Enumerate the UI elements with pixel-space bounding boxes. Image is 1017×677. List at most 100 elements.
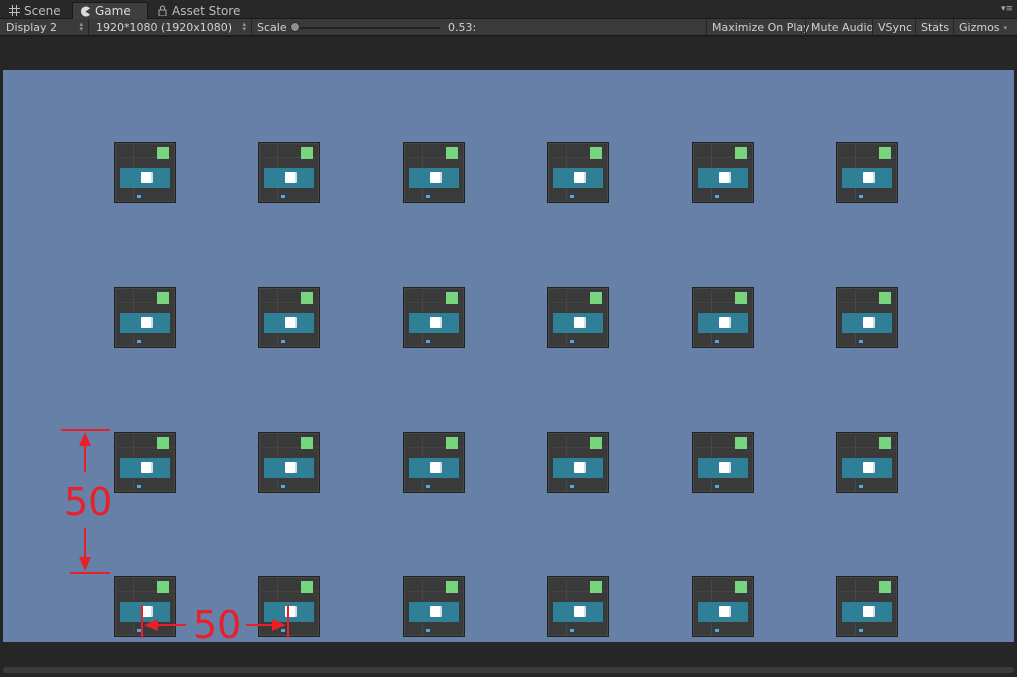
- tile-blue-dot: [137, 485, 141, 488]
- mute-audio-button[interactable]: Mute Audio: [805, 19, 878, 36]
- cube-icon: [430, 606, 440, 617]
- scale-slider-track[interactable]: [292, 27, 440, 29]
- tile-blue-dot: [426, 485, 430, 488]
- tile-green-square: [879, 437, 891, 449]
- tile-green-square: [301, 581, 313, 593]
- tile-green-square: [157, 147, 169, 159]
- tile-blue-dot: [426, 629, 430, 632]
- tile-green-square: [590, 581, 602, 593]
- tile-blue-dot: [426, 195, 430, 198]
- tab-asset-store-label: Asset Store: [172, 3, 241, 18]
- ui-tile: [836, 432, 898, 493]
- cube-icon: [574, 172, 584, 183]
- ui-tile: [403, 142, 465, 203]
- tile-green-square: [879, 292, 891, 304]
- tile-green-square: [157, 581, 169, 593]
- cube-icon: [863, 317, 873, 328]
- tile-teal-panel: [264, 313, 314, 333]
- tile-blue-dot: [715, 629, 719, 632]
- tab-options-menu-icon[interactable]: ▾≡: [1001, 4, 1013, 14]
- tile-blue-dot: [859, 340, 863, 343]
- tile-green-square: [735, 292, 747, 304]
- resolution-dropdown-label: 1920*1080 (1920x1080): [96, 21, 233, 34]
- tile-green-square: [301, 437, 313, 449]
- tile-teal-panel: [553, 602, 603, 622]
- tile-teal-panel: [120, 458, 170, 478]
- tile-green-square: [301, 292, 313, 304]
- cube-icon: [863, 462, 873, 473]
- tab-scene[interactable]: Scene: [2, 2, 69, 19]
- tile-blue-dot: [281, 629, 285, 632]
- tile-blue-dot: [281, 195, 285, 198]
- tile-teal-panel: [409, 168, 459, 188]
- horizontal-scrollbar[interactable]: [3, 667, 1014, 673]
- vertical-spacing-label: 50: [64, 480, 113, 524]
- horizontal-spacing-label: 50: [193, 603, 242, 647]
- tab-asset-store[interactable]: Asset Store: [150, 2, 248, 19]
- gizmos-button[interactable]: Gizmos ▾: [953, 19, 1012, 36]
- ui-tile: [114, 142, 176, 203]
- tile-blue-dot: [137, 340, 141, 343]
- ui-tile: [836, 142, 898, 203]
- cube-icon: [141, 317, 151, 328]
- cube-icon: [719, 606, 729, 617]
- tile-teal-panel: [264, 168, 314, 188]
- tile-teal-panel: [698, 168, 748, 188]
- ui-tile: [258, 142, 320, 203]
- maximize-on-play-label: Maximize On Play: [712, 21, 810, 34]
- ui-tile: [403, 287, 465, 348]
- ui-tile: [547, 432, 609, 493]
- cube-icon: [141, 462, 151, 473]
- tile-blue-dot: [570, 485, 574, 488]
- chevron-down-icon: ▾: [1003, 23, 1008, 32]
- tile-blue-dot: [715, 485, 719, 488]
- tile-teal-panel: [842, 458, 892, 478]
- tile-blue-dot: [281, 485, 285, 488]
- ui-tile: [692, 432, 754, 493]
- maximize-on-play-button[interactable]: Maximize On Play: [706, 19, 815, 36]
- ui-tile: [836, 287, 898, 348]
- tile-blue-dot: [570, 195, 574, 198]
- cube-icon: [574, 462, 584, 473]
- tile-teal-panel: [264, 458, 314, 478]
- tile-green-square: [590, 292, 602, 304]
- lock-icon: [156, 5, 168, 17]
- tile-teal-panel: [409, 458, 459, 478]
- vsync-button[interactable]: VSync: [872, 19, 917, 36]
- tab-game[interactable]: Game: [72, 2, 148, 19]
- tile-teal-panel: [264, 602, 314, 622]
- cube-icon: [430, 317, 440, 328]
- resolution-dropdown[interactable]: 1920*1080 (1920x1080) ▴ ▾: [90, 19, 252, 36]
- tile-green-square: [735, 581, 747, 593]
- display-dropdown[interactable]: Display 2 ▴ ▾: [0, 19, 89, 36]
- cube-icon: [285, 317, 295, 328]
- tile-green-square: [446, 581, 458, 593]
- tab-scene-label: Scene: [24, 3, 61, 18]
- ui-tile: [836, 576, 898, 637]
- tile-teal-panel: [120, 313, 170, 333]
- stats-button[interactable]: Stats: [915, 19, 954, 36]
- tile-blue-dot: [859, 629, 863, 632]
- cube-icon: [863, 172, 873, 183]
- tile-green-square: [590, 147, 602, 159]
- ui-tile: [403, 432, 465, 493]
- cube-icon: [719, 317, 729, 328]
- tile-green-square: [446, 437, 458, 449]
- ui-tile: [258, 432, 320, 493]
- cube-icon: [285, 462, 295, 473]
- tile-blue-dot: [137, 195, 141, 198]
- vsync-label: VSync: [878, 21, 913, 34]
- ui-tile: [258, 287, 320, 348]
- tile-blue-dot: [281, 340, 285, 343]
- stats-label: Stats: [921, 21, 950, 34]
- scene-grid-icon: [8, 5, 20, 17]
- game-canvas[interactable]: [3, 70, 1014, 642]
- cube-icon: [285, 172, 295, 183]
- cube-icon: [863, 606, 873, 617]
- tile-teal-panel: [409, 602, 459, 622]
- tile-teal-panel: [553, 313, 603, 333]
- cube-icon: [574, 317, 584, 328]
- scale-slider-thumb[interactable]: [290, 22, 300, 32]
- cube-icon: [141, 606, 151, 617]
- cube-icon: [719, 172, 729, 183]
